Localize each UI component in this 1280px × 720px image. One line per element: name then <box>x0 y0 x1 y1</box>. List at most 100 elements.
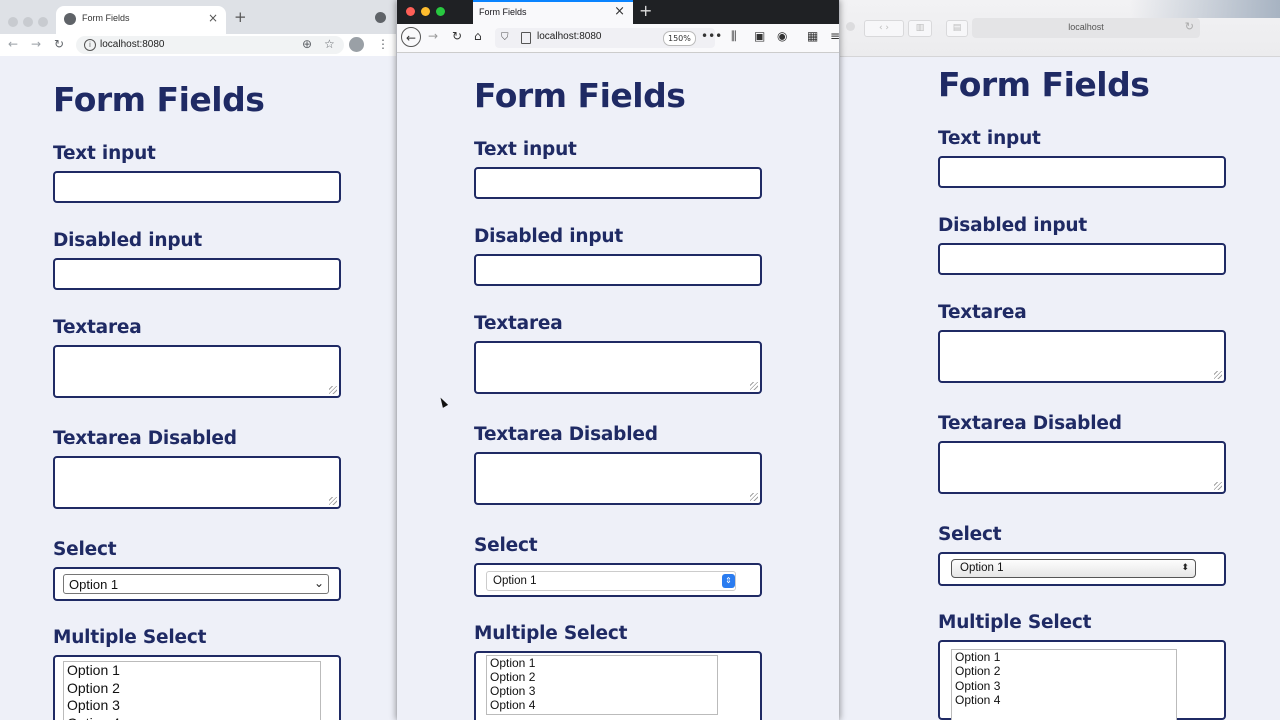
multiple-select[interactable]: Option 1 Option 2 Option 3 Option 4 <box>63 661 321 720</box>
page-actions-icon[interactable]: ••• <box>701 29 722 43</box>
shield-icon[interactable]: ⛉ <box>501 32 509 43</box>
zoom-dot[interactable] <box>846 22 855 31</box>
profile-avatar-icon[interactable] <box>349 37 364 52</box>
resize-handle-icon[interactable] <box>750 382 758 390</box>
select-wrapper: Option 1 ⬍ <box>938 552 1226 586</box>
chrome-window: Form Fields × + ← → ↻ i localhost:8080 ⊕… <box>0 0 396 720</box>
select-wrapper: Option 1 ⇕ <box>474 563 762 597</box>
safari-toolbar: ‹ › ▥ ▤ localhost ↻ <box>840 0 1280 57</box>
text-input-label: Text input <box>474 139 577 160</box>
select-option[interactable]: Option 1 <box>487 656 717 670</box>
address-bar[interactable]: localhost ↻ <box>972 18 1200 38</box>
back-forward-buttons[interactable]: ‹ › <box>864 20 904 37</box>
select-option[interactable]: Option 4 <box>487 698 717 712</box>
new-tab-button[interactable]: + <box>234 8 247 26</box>
select-option[interactable]: Option 3 <box>64 697 320 715</box>
tab-search-icon[interactable] <box>375 12 386 23</box>
form: Form Fields Text input Disabled input Te… <box>474 76 762 720</box>
browser-tab[interactable]: Form Fields × <box>473 0 633 24</box>
disabled-input <box>938 243 1226 275</box>
disabled-input <box>474 254 762 286</box>
close-tab-icon[interactable]: × <box>614 4 625 19</box>
reload-icon[interactable]: ↻ <box>54 37 64 51</box>
select[interactable]: Option 1 ⬍ <box>951 559 1196 578</box>
zoom-dot[interactable] <box>38 17 48 27</box>
tab-title: Form Fields <box>82 13 130 23</box>
select[interactable]: Option 1 ⌄ <box>63 574 329 594</box>
up-down-arrows-icon: ⬍ <box>1181 562 1189 572</box>
star-icon[interactable]: ☆ <box>324 37 335 51</box>
disabled-input-label: Disabled input <box>53 230 202 251</box>
sidebar-icon[interactable]: ▥ <box>908 20 932 37</box>
close-tab-icon[interactable]: × <box>208 11 218 25</box>
browser-tab[interactable]: Form Fields × <box>56 6 226 34</box>
select[interactable]: Option 1 ⇕ <box>486 571 736 591</box>
back-icon[interactable]: ← <box>401 27 421 47</box>
account-icon[interactable]: ◉ <box>777 29 787 43</box>
form: Form Fields Text input Disabled input Te… <box>53 80 341 720</box>
menu-icon[interactable]: ⋮ <box>377 37 389 51</box>
stepper-arrows-icon: ⇕ <box>722 574 735 588</box>
select-option[interactable]: Option 3 <box>952 679 1176 693</box>
disabled-input <box>53 258 341 290</box>
form: Form Fields Text input Disabled input Te… <box>938 65 1226 720</box>
menu-icon[interactable]: ≡ <box>830 29 839 43</box>
reader-icon[interactable]: ▤ <box>946 20 968 37</box>
select-option[interactable]: Option 4 <box>64 715 320 720</box>
resize-handle-icon <box>750 493 758 501</box>
select-option[interactable]: Option 2 <box>64 680 320 698</box>
textarea[interactable] <box>53 345 341 398</box>
multiple-select[interactable]: Option 1 Option 2 Option 3 Option 4 <box>951 649 1177 720</box>
page-content: Form Fields Text input Disabled input Te… <box>397 53 839 720</box>
home-icon[interactable]: ⌂ <box>474 29 482 43</box>
reload-icon[interactable]: ↻ <box>452 29 462 43</box>
text-input[interactable] <box>53 171 341 203</box>
select-value: Option 1 <box>69 577 119 592</box>
page-icon <box>521 32 531 44</box>
close-dot[interactable] <box>406 7 415 16</box>
tab-title: Form Fields <box>479 7 527 17</box>
zoom-level-badge[interactable]: 150% <box>663 31 696 46</box>
textarea-label: Textarea <box>938 302 1027 323</box>
select-option[interactable]: Option 3 <box>487 684 717 698</box>
extensions-icon[interactable]: ▦ <box>807 29 818 43</box>
select-option[interactable]: Option 2 <box>487 670 717 684</box>
sidebar-icon[interactable]: ▣ <box>754 29 765 43</box>
firefox-tab-bar: Form Fields × + <box>397 0 839 24</box>
page-title: Form Fields <box>474 76 686 115</box>
back-icon[interactable]: ← <box>8 37 18 51</box>
minimize-dot[interactable] <box>421 7 430 16</box>
textarea[interactable] <box>938 330 1226 383</box>
textarea-disabled <box>53 456 341 509</box>
library-icon[interactable]: ⫼ <box>731 29 737 44</box>
multiple-select-wrapper: Option 1 Option 2 Option 3 Option 4 <box>938 640 1226 720</box>
select-option[interactable]: Option 1 <box>64 662 320 680</box>
textarea-disabled <box>474 452 762 505</box>
resize-handle-icon[interactable] <box>1214 371 1222 379</box>
select-option[interactable]: Option 1 <box>952 650 1176 664</box>
chrome-tab-bar: Form Fields × + <box>0 0 396 34</box>
desktop-backdrop <box>1130 0 1280 18</box>
safari-window: ‹ › ▥ ▤ localhost ↻ Form Fields Text inp… <box>840 0 1280 720</box>
text-input[interactable] <box>938 156 1226 188</box>
new-tab-button[interactable]: + <box>639 1 652 20</box>
resize-handle-icon[interactable] <box>329 386 337 394</box>
forward-icon[interactable]: → <box>428 29 438 43</box>
multiple-select[interactable]: Option 1 Option 2 Option 3 Option 4 <box>486 655 718 715</box>
textarea[interactable] <box>474 341 762 394</box>
address-bar[interactable]: ⛉ localhost:8080 150% ••• <box>495 28 722 48</box>
resize-handle-icon <box>329 497 337 505</box>
text-input[interactable] <box>474 167 762 199</box>
address-bar[interactable]: i localhost:8080 ⊕ ☆ <box>76 36 344 54</box>
zoom-icon[interactable]: ⊕ <box>302 37 312 51</box>
close-dot[interactable] <box>8 17 18 27</box>
text-input-label: Text input <box>53 143 156 164</box>
forward-icon[interactable]: → <box>31 37 41 51</box>
zoom-dot[interactable] <box>436 7 445 16</box>
select-value: Option 1 <box>493 575 537 587</box>
info-icon[interactable]: i <box>84 39 96 51</box>
select-option[interactable]: Option 2 <box>952 664 1176 678</box>
minimize-dot[interactable] <box>23 17 33 27</box>
reload-icon[interactable]: ↻ <box>1185 20 1194 33</box>
select-option[interactable]: Option 4 <box>952 693 1176 707</box>
